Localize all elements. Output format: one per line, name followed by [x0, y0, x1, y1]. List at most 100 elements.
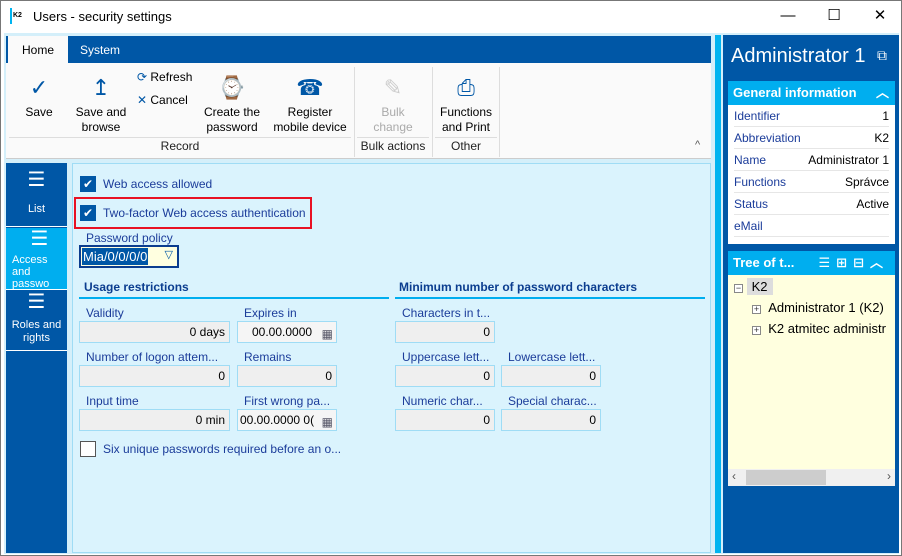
scroll-thumb[interactable] — [746, 470, 826, 485]
register-mobile-button[interactable]: ☎ Register mobile device — [269, 71, 351, 135]
save-button[interactable]: ✓ Save — [15, 71, 63, 120]
refresh-icon: ⟳ — [137, 70, 151, 84]
info-key: Identifier — [734, 109, 781, 123]
functions-print-button[interactable]: ⎙ Functions and Print — [436, 71, 496, 135]
tree-node[interactable]: + K2 atmitec administr — [752, 321, 886, 336]
collapse-icon[interactable]: ︿ — [876, 81, 889, 105]
list-icon: ☰ — [30, 228, 49, 250]
info-key: Name — [734, 153, 767, 167]
first-wrong-field[interactable]: 00.00.0000 0(▦ — [237, 409, 337, 431]
info-key: eMail — [734, 219, 763, 233]
expand-all-icon[interactable]: ⊞ — [836, 255, 853, 270]
expires-field[interactable]: 00.00.0000 ▦ — [237, 321, 337, 343]
panel-splitter[interactable] — [715, 35, 721, 553]
close-button[interactable]: ✕ — [857, 1, 902, 33]
input-time-field[interactable]: 0 min — [79, 409, 230, 431]
create-password-button[interactable]: ⌚ Create the password — [201, 71, 263, 135]
general-info-panel: General information ︿ Identifier 1 Abbrevia… — [728, 81, 895, 244]
app-logo: K2 — [10, 8, 26, 24]
info-row: eMail — [734, 215, 889, 237]
save-and-browse-button[interactable]: ↥ Save and browse — [71, 71, 131, 135]
info-row: Abbreviation K2 — [734, 127, 889, 149]
info-row: Functions Správce — [734, 171, 889, 193]
tab-home[interactable]: Home — [8, 36, 69, 63]
bulk-change-button[interactable]: ✎ Bulk change — [363, 71, 423, 135]
record-title: Administrator 1 — [731, 45, 866, 67]
lowercase-field[interactable]: 0 — [501, 365, 601, 387]
minimize-button[interactable]: — — [765, 1, 811, 33]
min-chars-title: Minimum number of password characters — [399, 280, 638, 294]
special-field[interactable]: 0 — [501, 409, 601, 431]
numeric-label: Numeric char... — [402, 394, 483, 408]
web-access-checkbox[interactable]: ✔ — [80, 176, 96, 192]
tree-panel: Tree of t... ☰⊞⊟︿ − K2 + Administrator 1… — [728, 251, 895, 486]
password-policy-label: Password policy — [86, 231, 173, 245]
expand-node-icon[interactable]: + — [752, 305, 761, 314]
scroll-right-icon[interactable]: › — [887, 469, 891, 483]
info-row: Name Administrator 1 — [734, 149, 889, 171]
horizontal-scrollbar[interactable]: ‹ › — [728, 469, 895, 486]
collapse-all-icon[interactable]: ⊟ — [853, 255, 870, 270]
calendar-icon[interactable]: ▦ — [322, 324, 333, 342]
save-browse-icon: ↥ — [91, 75, 111, 100]
save-icon: ✓ — [29, 75, 49, 100]
collapse-icon[interactable]: ︿ — [870, 255, 889, 270]
lowercase-label: Lowercase lett... — [508, 350, 596, 364]
open-external-icon[interactable]: ⧉ — [877, 47, 887, 64]
two-factor-label: Two-factor Web access authentication — [103, 206, 306, 220]
group-record: Record — [160, 139, 200, 153]
two-factor-checkbox[interactable]: ✔ — [80, 205, 96, 221]
chars-total-label: Characters in t... — [402, 306, 491, 320]
remains-field[interactable]: 0 — [237, 365, 337, 387]
dropdown-icon: ▽ — [164, 249, 173, 261]
tab-system[interactable]: System — [66, 36, 134, 63]
list-view-icon[interactable]: ☰ — [819, 255, 837, 270]
uppercase-field[interactable]: 0 — [395, 365, 495, 387]
info-value: K2 — [874, 131, 889, 145]
side-nav: ☰ List ☰ Access and passwo ☰ Roles and righ… — [6, 163, 67, 553]
group-other: Other — [450, 139, 481, 153]
web-access-label: Web access allowed — [103, 177, 213, 191]
nav-roles-rights[interactable]: ☰ Roles and rights — [6, 291, 67, 351]
tree-header: Tree of t... ☰⊞⊟︿ — [728, 251, 895, 275]
info-row: Status Active — [734, 193, 889, 215]
logon-attempts-label: Number of logon attem... — [86, 350, 219, 364]
calendar-icon[interactable]: ▦ — [321, 412, 333, 430]
info-row: Identifier 1 — [734, 105, 889, 127]
six-unique-checkbox[interactable] — [80, 441, 96, 457]
window-title: Users - security settings — [33, 9, 172, 24]
numeric-field[interactable]: 0 — [395, 409, 495, 431]
validity-label: Validity — [86, 306, 124, 320]
scroll-left-icon[interactable]: ‹ — [732, 469, 736, 483]
first-wrong-label: First wrong pa... — [244, 394, 331, 408]
info-key: Status — [734, 197, 769, 211]
info-key: Abbreviation — [734, 131, 801, 145]
input-time-label: Input time — [86, 394, 139, 408]
uppercase-label: Uppercase lett... — [402, 350, 490, 364]
tree-node[interactable]: + Administrator 1 (K2) — [752, 300, 884, 315]
password-clock-icon: ⌚ — [218, 75, 246, 100]
group-bulk-actions: Bulk actions — [360, 139, 426, 153]
validity-field[interactable]: 0 days — [79, 321, 230, 343]
expand-node-icon[interactable]: + — [752, 326, 761, 335]
special-label: Special charac... — [508, 394, 597, 408]
remains-label: Remains — [244, 350, 292, 364]
refresh-button[interactable]: ⟳ Refresh — [137, 70, 192, 85]
tree-node-root[interactable]: − K2 — [734, 278, 773, 295]
collapse-ribbon-icon[interactable]: ^ — [695, 139, 700, 151]
info-key: Functions — [734, 175, 787, 189]
maximize-button[interactable]: ☐ — [811, 1, 857, 33]
collapse-node-icon[interactable]: − — [734, 284, 743, 293]
logon-attempts-field[interactable]: 0 — [79, 365, 230, 387]
password-policy-select[interactable]: Mia/0/0/0/0 ▽ — [79, 245, 179, 268]
printer-icon: ⎙ — [457, 75, 475, 100]
usage-restrictions-title: Usage restrictions — [84, 280, 189, 294]
pencil-icon: ✎ — [383, 75, 403, 100]
cancel-button[interactable]: ✕ Cancel — [137, 93, 188, 108]
nav-access-passwords[interactable]: ☰ Access and passwo — [6, 228, 67, 290]
list-icon: ☰ — [27, 169, 46, 191]
chars-total-field[interactable]: 0 — [395, 321, 495, 343]
nav-list[interactable]: ☰ List — [6, 169, 67, 227]
ribbon-tabs: Home System — [6, 36, 711, 63]
list-icon: ☰ — [27, 291, 46, 313]
